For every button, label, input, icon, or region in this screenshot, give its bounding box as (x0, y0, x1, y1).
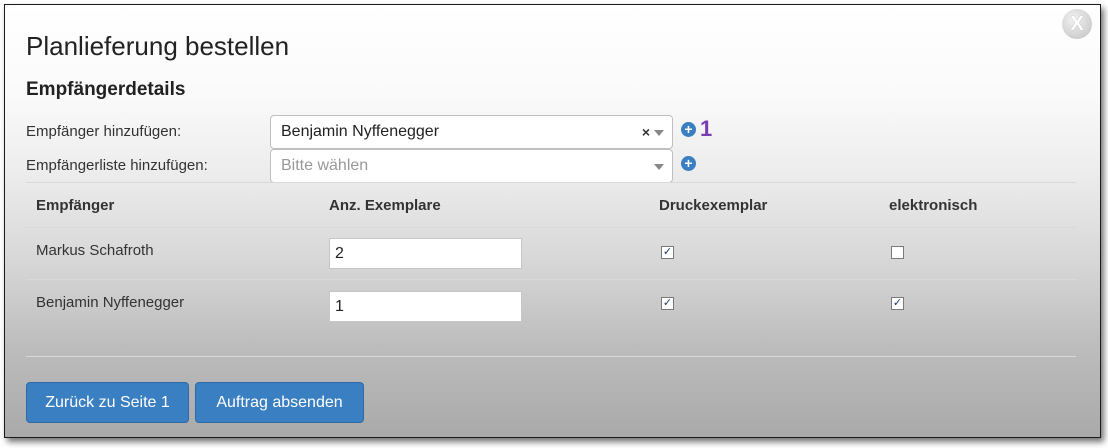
add-recipient-value: Benjamin Nyffenegger (281, 123, 440, 140)
divider (26, 279, 1076, 280)
back-to-page-1-button[interactable]: Zurück zu Seite 1 (26, 382, 189, 423)
add-recipient-plus-icon[interactable]: + (681, 122, 696, 137)
add-recipient-list-label: Empfängerliste hinzufügen: (26, 157, 208, 174)
print-checkbox[interactable]: ✓ (661, 246, 674, 259)
column-header-recipient: Empfänger (36, 197, 115, 214)
table-row-name: Markus Schafroth (36, 242, 154, 259)
column-header-copies: Anz. Exemplare (329, 197, 441, 214)
add-recipient-list-plus-icon[interactable]: + (681, 156, 696, 171)
column-header-print: Druckexemplar (659, 197, 768, 214)
copies-input[interactable]: 1 (329, 291, 522, 322)
add-recipient-list-select[interactable]: Bitte wählen (270, 149, 673, 183)
divider (26, 182, 1076, 183)
chevron-down-icon (654, 164, 664, 170)
print-checkbox[interactable]: ✓ (661, 297, 674, 310)
copies-input[interactable]: 2 (329, 238, 522, 269)
add-recipient-label: Empfänger hinzufügen: (26, 123, 182, 140)
add-recipient-list-placeholder: Bitte wählen (281, 157, 369, 174)
divider (26, 356, 1076, 357)
electronic-checkbox[interactable] (891, 246, 904, 259)
submit-order-button[interactable]: Auftrag absenden (195, 382, 364, 423)
order-dialog: X Planlieferung bestellen Empfängerdetai… (4, 4, 1101, 438)
add-recipient-select[interactable]: Benjamin Nyffenegger × (270, 115, 673, 149)
electronic-checkbox[interactable]: ✓ (891, 297, 904, 310)
close-button[interactable]: X (1062, 9, 1092, 39)
chevron-down-icon (654, 130, 664, 136)
section-title: Empfängerdetails (26, 79, 186, 100)
recipient-count-badge: 1 (700, 116, 713, 141)
table-row-name: Benjamin Nyffenegger (36, 294, 185, 311)
divider (26, 227, 1076, 228)
clear-icon[interactable]: × (642, 116, 650, 148)
column-header-electronic: elektronisch (889, 197, 978, 214)
dialog-title: Planlieferung bestellen (26, 31, 290, 61)
